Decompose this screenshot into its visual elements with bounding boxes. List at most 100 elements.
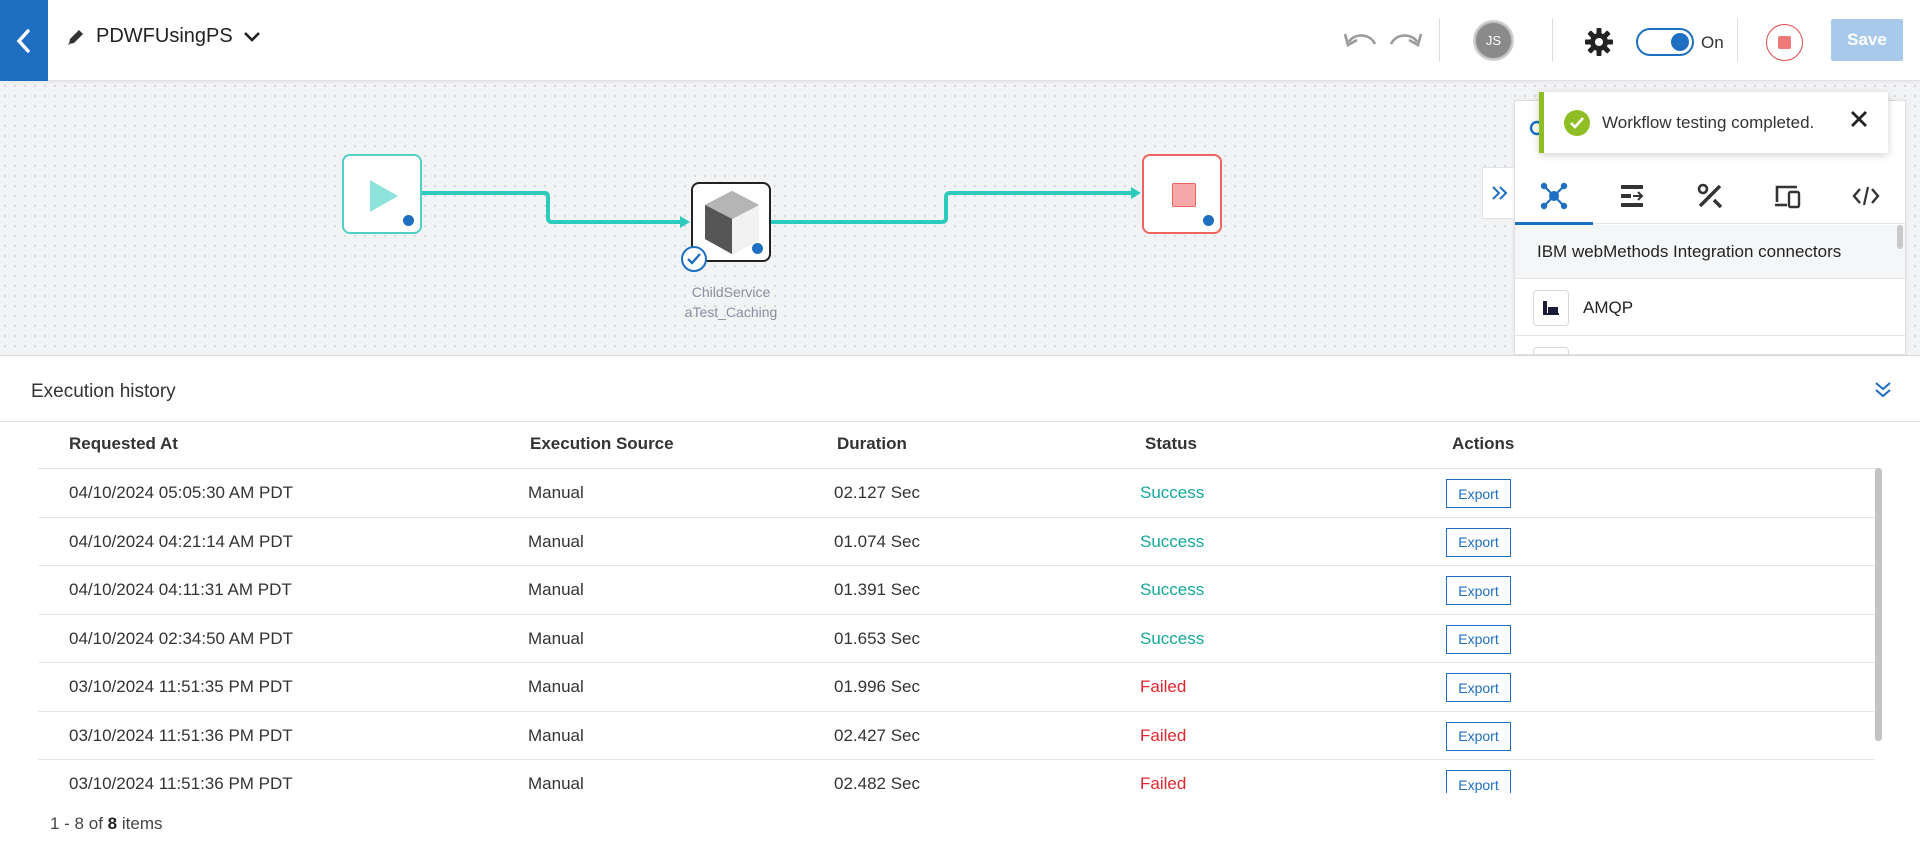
service-node-label: ChildService aTest_Caching	[660, 282, 802, 322]
tab-tools[interactable]	[1671, 168, 1749, 224]
devices-icon	[1775, 185, 1801, 209]
column-header-duration[interactable]: Duration	[837, 434, 907, 454]
duration-cell: 01.653 Sec	[834, 628, 921, 648]
pencil-icon	[68, 29, 83, 45]
tab-code[interactable]	[1827, 168, 1905, 224]
tab-devices[interactable]	[1749, 168, 1827, 224]
status-cell: Success	[1140, 580, 1205, 599]
chevron-down-icon[interactable]	[243, 30, 261, 44]
toggle-label: On	[1701, 33, 1724, 52]
export-button[interactable]: Export	[1446, 624, 1511, 654]
back-button[interactable]	[0, 0, 48, 81]
success-check-icon	[1564, 109, 1590, 136]
duration-cell: 01.391 Sec	[834, 580, 921, 599]
column-header-status[interactable]: Status	[1145, 434, 1197, 454]
source-cell: Manual	[528, 725, 584, 745]
double-chevron-right-icon	[1491, 186, 1507, 200]
requested-at-cell: 04/10/2024 04:11:31 AM PDT	[69, 580, 292, 599]
toggle-knob	[1671, 33, 1689, 51]
panel-scrollbar[interactable]	[1897, 225, 1903, 249]
history-title: Execution history	[31, 381, 176, 402]
active-toggle[interactable]	[1636, 28, 1694, 56]
flow-icon	[1621, 185, 1644, 207]
expand-panel-button[interactable]	[1482, 167, 1516, 219]
code-icon	[1852, 186, 1880, 206]
column-header-execution-source[interactable]: Execution Source	[530, 434, 674, 454]
tools-icon	[1697, 183, 1723, 209]
column-header-actions: Actions	[1452, 434, 1515, 453]
service-node-label-line1: ChildService	[691, 284, 771, 300]
export-button[interactable]: Export	[1446, 479, 1511, 508]
panel-tabs	[1515, 168, 1905, 225]
requested-at-cell: 04/10/2024 02:34:50 AM PDT	[69, 628, 293, 648]
workflow-title[interactable]: PDWFUsingPS	[66, 25, 261, 48]
table-row: 04/10/2024 04:11:31 AM PDT Manual 01.391…	[38, 566, 1875, 615]
source-cell: Manual	[528, 580, 584, 599]
double-chevron-down-icon[interactable]	[1872, 380, 1894, 400]
duration-cell: 02.127 Sec	[834, 483, 921, 502]
export-button[interactable]: Export	[1446, 576, 1511, 605]
status-dot	[1201, 213, 1216, 228]
requested-at-cell: 04/10/2024 04:21:14 AM PDT	[69, 531, 293, 551]
source-cell: Manual	[528, 774, 584, 793]
settings-button[interactable]	[1584, 27, 1614, 62]
export-button[interactable]: Export	[1446, 770, 1511, 793]
requested-at-cell: 03/10/2024 11:51:36 PM PDT	[69, 774, 293, 793]
requested-at-cell: 04/10/2024 05:05:30 AM PDT	[69, 483, 293, 502]
toast-message: Workflow testing completed.	[1602, 112, 1815, 132]
pagination-info: 1 - 8 of 8 items	[50, 814, 162, 834]
end-node[interactable]	[1142, 154, 1222, 234]
gear-icon	[1585, 28, 1613, 56]
close-icon[interactable]	[1850, 110, 1868, 128]
source-cell: Manual	[528, 531, 584, 551]
duration-cell: 02.427 Sec	[834, 725, 921, 745]
source-cell: Manual	[528, 628, 584, 648]
redo-button[interactable]	[1387, 26, 1423, 61]
table-scrollbar[interactable]	[1875, 468, 1882, 741]
avatar[interactable]: JS	[1473, 20, 1514, 61]
source-cell: Manual	[528, 483, 584, 502]
service-node[interactable]	[681, 182, 771, 272]
duration-cell: 01.996 Sec	[834, 677, 921, 696]
duration-cell: 02.482 Sec	[834, 774, 921, 793]
undo-button[interactable]	[1343, 26, 1379, 61]
divider	[1552, 18, 1553, 62]
table-row: 04/10/2024 02:34:50 AM PDT Manual 01.653…	[38, 615, 1875, 663]
amqp-icon	[1533, 289, 1569, 326]
tab-flow[interactable]	[1593, 168, 1671, 224]
status-dot	[750, 241, 765, 256]
column-header-requested-at[interactable]: Requested At	[69, 434, 178, 454]
redo-icon	[1389, 33, 1423, 47]
status-cell: Success	[1140, 628, 1205, 648]
duration-cell: 01.074 Sec	[834, 531, 921, 551]
connector-name: AMQP	[1583, 297, 1634, 317]
status-dot	[401, 213, 416, 228]
start-node[interactable]	[342, 154, 422, 234]
table-row: 03/10/2024 11:51:36 PM PDT Manual 02.427…	[38, 712, 1875, 760]
table-row: 03/10/2024 11:51:36 PM PDT Manual 02.482…	[38, 760, 1875, 793]
status-cell: Success	[1140, 483, 1205, 502]
export-button[interactable]: Export	[1446, 673, 1511, 702]
requested-at-cell: 03/10/2024 11:51:35 PM PDT	[69, 677, 293, 696]
connectors-icon	[1540, 182, 1568, 210]
play-icon	[370, 180, 398, 212]
tab-connectors[interactable]	[1515, 168, 1593, 225]
chevron-left-icon	[16, 28, 30, 53]
undo-icon	[1343, 33, 1377, 47]
connector-icon-partial	[1533, 347, 1569, 354]
save-button[interactable]: Save	[1831, 19, 1903, 61]
table-row: 04/10/2024 04:21:14 AM PDT Manual 01.074…	[38, 518, 1875, 566]
table-row: 03/10/2024 11:51:35 PM PDT Manual 01.996…	[38, 663, 1875, 712]
divider	[1737, 18, 1738, 62]
pager-suffix: items	[121, 814, 163, 833]
execution-history-panel: Execution history Requested At Execution…	[0, 355, 1920, 857]
stop-icon	[1778, 36, 1791, 49]
check-icon	[681, 246, 707, 272]
export-button[interactable]: Export	[1446, 527, 1511, 557]
requested-at-cell: 03/10/2024 11:51:36 PM PDT	[69, 725, 293, 745]
divider	[1439, 18, 1440, 62]
connector-item[interactable]: AMQP	[1515, 280, 1905, 336]
stop-button[interactable]	[1766, 24, 1803, 61]
export-button[interactable]: Export	[1446, 721, 1511, 751]
history-header: Execution history	[0, 356, 1920, 422]
